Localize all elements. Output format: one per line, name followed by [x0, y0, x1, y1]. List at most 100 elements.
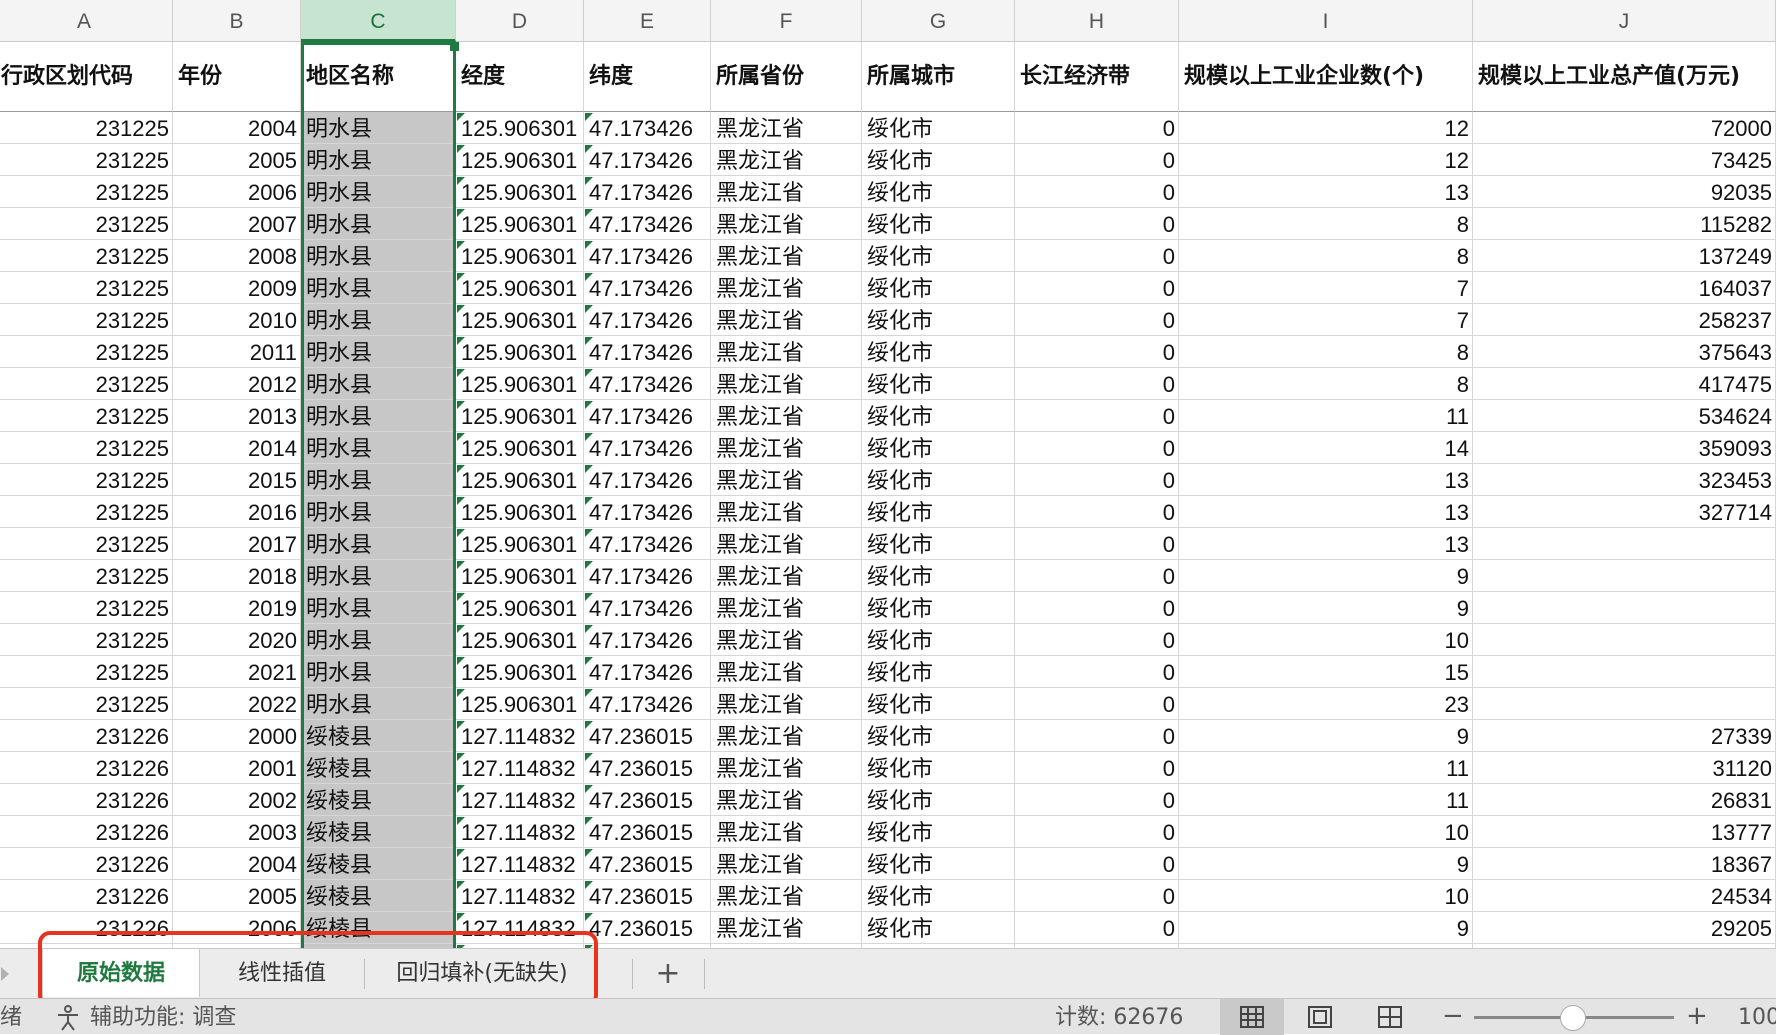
table-cell[interactable]: 绥化市	[862, 624, 1015, 656]
table-cell[interactable]: 231225	[0, 240, 173, 272]
table-cell[interactable]: 黑龙江省	[711, 272, 862, 304]
table-cell[interactable]: 13	[1179, 464, 1473, 496]
table-cell[interactable]: 2002	[173, 784, 301, 816]
accessibility-icon[interactable]	[54, 1004, 82, 1032]
table-cell[interactable]: 明水县	[301, 176, 456, 208]
table-cell[interactable]: 231225	[0, 656, 173, 688]
spreadsheet-grid[interactable]: A B C D E F G H I J 行政区划代码 年份 地区名称 经度 纬度 所属省份 所属城市 长江经济带规…	[0, 0, 1776, 948]
table-cell[interactable]: 绥化市	[862, 464, 1015, 496]
table-cell[interactable]: 0	[1015, 464, 1179, 496]
table-cell[interactable]: 绥化市	[862, 400, 1015, 432]
table-cell[interactable]: 明水县	[301, 624, 456, 656]
table-cell[interactable]: 231226	[0, 720, 173, 752]
table-cell[interactable]: 23	[1179, 688, 1473, 720]
table-cell[interactable]: 黑龙江省	[711, 560, 862, 592]
table-cell[interactable]: 13	[1179, 496, 1473, 528]
table-cell[interactable]: 2007	[173, 208, 301, 240]
table-cell[interactable]: 47.236015	[584, 720, 711, 752]
table-cell[interactable]: 47.236015	[584, 912, 711, 944]
table-cell[interactable]: 黑龙江省	[711, 208, 862, 240]
table-cell[interactable]: 黑龙江省	[711, 368, 862, 400]
table-cell[interactable]: 黑龙江省	[711, 912, 862, 944]
header-cell[interactable]: 年份	[173, 42, 301, 112]
table-cell[interactable]: 26831	[1473, 784, 1776, 816]
table-cell[interactable]: 10	[1179, 816, 1473, 848]
table-cell[interactable]: 127.114832	[456, 752, 584, 784]
table-cell[interactable]: 47.173426	[584, 336, 711, 368]
table-cell[interactable]: 125.906301	[456, 336, 584, 368]
zoom-in-button[interactable]: +	[1686, 1001, 1708, 1031]
column-header-j[interactable]: J	[1473, 0, 1776, 42]
table-cell[interactable]: 绥棱县	[301, 752, 456, 784]
table-cell[interactable]: 绥化市	[862, 528, 1015, 560]
table-cell[interactable]: 0	[1015, 368, 1179, 400]
table-cell[interactable]: 8	[1179, 240, 1473, 272]
table-cell[interactable]: 127.114832	[456, 816, 584, 848]
table-cell[interactable]: 125.906301	[456, 528, 584, 560]
table-cell[interactable]: 绥化市	[862, 432, 1015, 464]
table-cell[interactable]: 黑龙江省	[711, 336, 862, 368]
table-cell[interactable]: 231225	[0, 688, 173, 720]
table-cell[interactable]: 125.906301	[456, 368, 584, 400]
table-cell[interactable]: 0	[1015, 752, 1179, 784]
table-cell[interactable]: 0	[1015, 592, 1179, 624]
table-cell[interactable]: 375643	[1473, 336, 1776, 368]
table-cell[interactable]: 7	[1179, 304, 1473, 336]
table-cell[interactable]: 47.173426	[584, 624, 711, 656]
table-cell[interactable]: 黑龙江省	[711, 720, 862, 752]
table-cell[interactable]: 327714	[1473, 496, 1776, 528]
table-cell[interactable]: 明水县	[301, 592, 456, 624]
table-cell[interactable]: 明水县	[301, 304, 456, 336]
table-cell[interactable]: 黑龙江省	[711, 656, 862, 688]
table-cell[interactable]: 2006	[173, 176, 301, 208]
table-cell[interactable]: 绥棱县	[301, 880, 456, 912]
table-cell[interactable]: 47.173426	[584, 496, 711, 528]
table-cell[interactable]: 明水县	[301, 368, 456, 400]
table-cell[interactable]: 12	[1179, 112, 1473, 144]
table-cell[interactable]	[1473, 688, 1776, 720]
table-cell[interactable]: 125.906301	[456, 592, 584, 624]
table-cell[interactable]: 2018	[173, 560, 301, 592]
table-cell[interactable]: 明水县	[301, 400, 456, 432]
table-cell[interactable]: 绥化市	[862, 848, 1015, 880]
table-cell[interactable]: 0	[1015, 912, 1179, 944]
table-cell[interactable]: 绥棱县	[301, 848, 456, 880]
column-header-e[interactable]: E	[584, 0, 711, 42]
table-cell[interactable]: 黑龙江省	[711, 784, 862, 816]
header-cell[interactable]: 经度	[456, 42, 584, 112]
table-cell[interactable]: 绥化市	[862, 112, 1015, 144]
column-header-b[interactable]: B	[173, 0, 301, 42]
table-cell[interactable]: 2001	[173, 752, 301, 784]
table-cell[interactable]: 黑龙江省	[711, 816, 862, 848]
table-cell[interactable]: 125.906301	[456, 656, 584, 688]
table-cell[interactable]: 231225	[0, 272, 173, 304]
table-cell[interactable]: 47.173426	[584, 528, 711, 560]
table-cell[interactable]: 47.236015	[584, 848, 711, 880]
table-cell[interactable]: 231225	[0, 368, 173, 400]
zoom-out-button[interactable]: −	[1442, 1001, 1464, 1031]
table-cell[interactable]: 黑龙江省	[711, 400, 862, 432]
table-cell[interactable]: 绥化市	[862, 304, 1015, 336]
table-cell[interactable]	[1473, 560, 1776, 592]
table-cell[interactable]: 绥化市	[862, 720, 1015, 752]
table-cell[interactable]: 125.906301	[456, 400, 584, 432]
table-cell[interactable]: 125.906301	[456, 464, 584, 496]
table-cell[interactable]: 125.906301	[456, 560, 584, 592]
table-cell[interactable]: 47.236015	[584, 784, 711, 816]
header-cell[interactable]: 规模以上工业企业数(个)	[1179, 42, 1473, 112]
table-cell[interactable]: 黑龙江省	[711, 304, 862, 336]
table-cell[interactable]: 10	[1179, 880, 1473, 912]
table-cell[interactable]: 绥化市	[862, 592, 1015, 624]
table-cell[interactable]: 黑龙江省	[711, 624, 862, 656]
table-cell[interactable]: 绥化市	[862, 240, 1015, 272]
table-cell[interactable]: 92035	[1473, 176, 1776, 208]
table-cell[interactable]: 明水县	[301, 464, 456, 496]
table-cell[interactable]: 125.906301	[456, 496, 584, 528]
add-sheet-button[interactable]: +	[636, 949, 700, 997]
table-cell[interactable]: 231225	[0, 112, 173, 144]
table-cell[interactable]: 12	[1179, 144, 1473, 176]
table-cell[interactable]: 18367	[1473, 848, 1776, 880]
table-cell[interactable]: 绥化市	[862, 752, 1015, 784]
table-cell[interactable]: 125.906301	[456, 240, 584, 272]
table-cell[interactable]: 13	[1179, 176, 1473, 208]
